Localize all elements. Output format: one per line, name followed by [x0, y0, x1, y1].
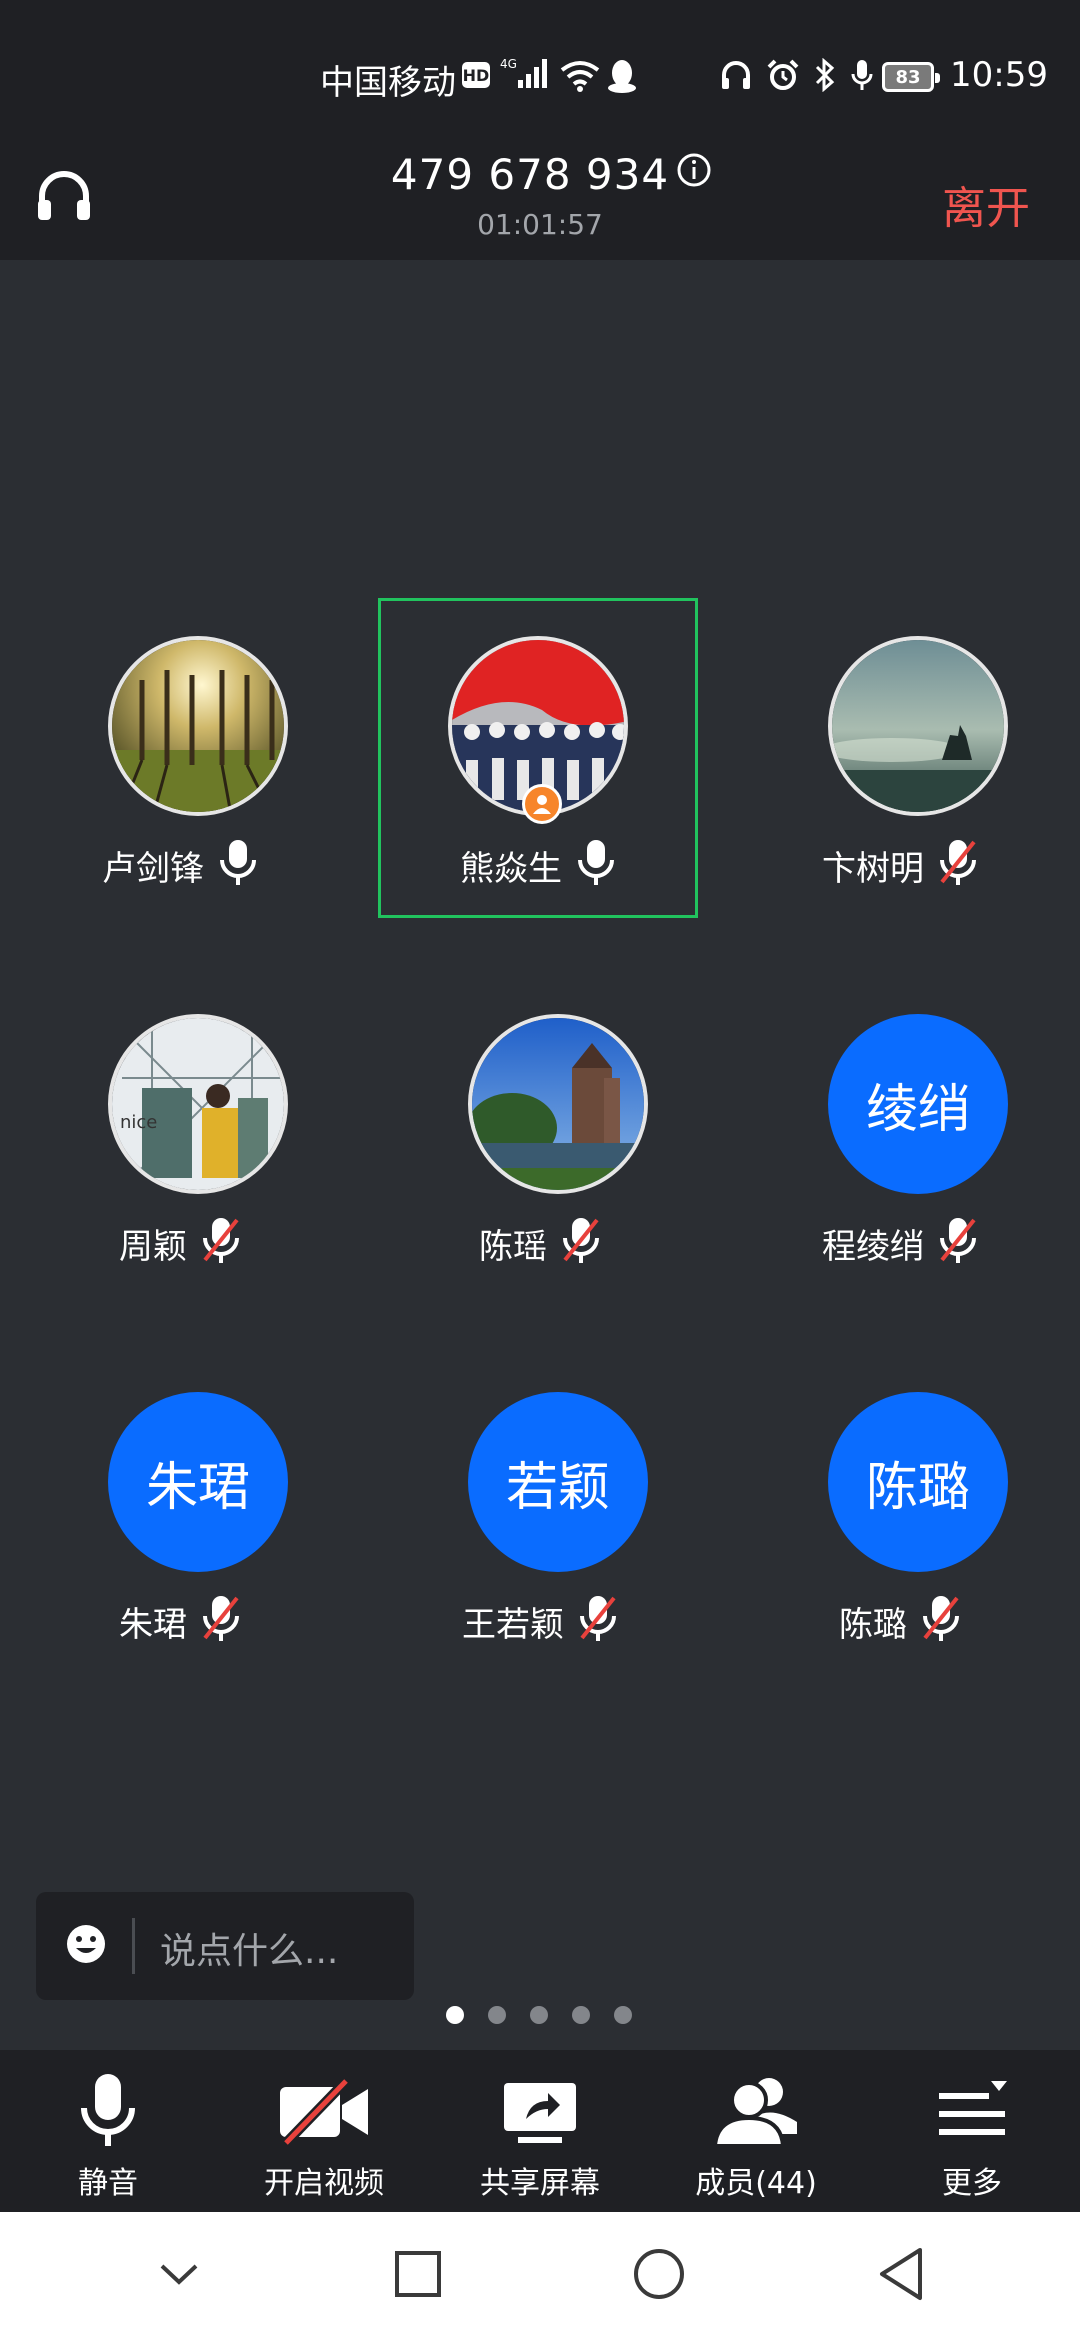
microphone-icon — [78, 2068, 138, 2156]
wifi-icon — [560, 60, 600, 96]
mic-muted-icon — [938, 1216, 978, 1270]
page-dot-active[interactable] — [446, 2006, 464, 2024]
mic-muted-icon — [561, 1216, 601, 1270]
page-dot[interactable] — [614, 2006, 632, 2024]
more-button[interactable]: 更多 — [864, 2050, 1080, 2212]
host-badge-icon — [522, 784, 562, 824]
system-nav-bar — [0, 2212, 1080, 2340]
meeting-timer: 01:01:57 — [477, 208, 603, 241]
members-label: 成员(44) — [695, 2166, 817, 2201]
meeting-header: 479 678 934 01:01:57 离开 — [0, 130, 1080, 260]
mic-muted-icon — [938, 838, 978, 892]
mic-muted-icon — [921, 1594, 961, 1648]
back-icon[interactable] — [876, 2246, 926, 2306]
members-icon — [711, 2068, 801, 2156]
mic-on-icon — [218, 838, 258, 892]
participant-name: 熊焱生 — [460, 848, 562, 889]
participant-name: 陈璐 — [839, 1604, 907, 1645]
avatar — [828, 636, 1008, 816]
chevron-down-icon[interactable] — [154, 2254, 204, 2298]
participant-tile[interactable]: 朱珺 朱珺 — [20, 1354, 340, 1674]
meeting-screen: 中国移动 HD 4G 83 10:59 479 678 934 01:01:57… — [0, 0, 1080, 2340]
participant-tile[interactable]: 绫绡 程绫绡 — [740, 976, 1060, 1296]
mute-label: 静音 — [78, 2166, 138, 2201]
participant-tile[interactable]: nice 周颖 — [20, 976, 340, 1296]
meeting-toolbar: 静音 开启视频 共享屏幕 成员(44) 更多 — [0, 2050, 1080, 2212]
video-off-icon — [276, 2068, 372, 2156]
participant-name: 朱珺 — [119, 1604, 187, 1645]
share-label: 共享屏幕 — [480, 2166, 600, 2201]
meeting-id: 479 678 934 — [390, 150, 670, 199]
participant-name: 陈瑶 — [479, 1226, 547, 1267]
avatar: nice — [108, 1014, 288, 1194]
mic-muted-icon — [578, 1594, 618, 1648]
mic-status-icon — [850, 58, 874, 96]
carrier-label: 中国移动 — [320, 63, 456, 103]
avatar: 朱珺 — [108, 1392, 288, 1572]
alarm-icon — [766, 58, 800, 96]
more-label: 更多 — [942, 2166, 1002, 2201]
mic-muted-icon — [201, 1594, 241, 1648]
mic-on-icon — [576, 838, 616, 892]
participant-tile-speaking[interactable]: 熊焱生 — [378, 598, 698, 918]
participant-tile[interactable]: 陈璐 陈璐 — [740, 1354, 1060, 1674]
chat-placeholder: 说点什么... — [160, 1931, 339, 1972]
info-icon[interactable] — [676, 152, 712, 192]
emoji-icon[interactable] — [64, 1922, 108, 1970]
avatar: 若颖 — [468, 1392, 648, 1572]
share-screen-icon — [500, 2068, 580, 2156]
status-bar: 中国移动 HD 4G 83 10:59 — [0, 0, 1080, 130]
avatar — [468, 1014, 648, 1194]
headset-status-icon — [720, 59, 752, 95]
battery-icon: 83 — [882, 62, 940, 92]
start-video-button[interactable]: 开启视频 — [216, 2050, 432, 2212]
participant-name: 王若颖 — [462, 1604, 564, 1645]
clock: 10:59 — [950, 55, 1048, 95]
members-button[interactable]: 成员(44) — [648, 2050, 864, 2212]
participant-tile[interactable]: 陈瑶 — [380, 976, 700, 1296]
participant-name: 卞树明 — [822, 848, 924, 889]
leave-button[interactable]: 离开 — [942, 172, 1030, 236]
chat-divider — [132, 1918, 135, 1974]
avatar: 绫绡 — [828, 1014, 1008, 1194]
more-menu-icon — [935, 2068, 1009, 2156]
hd-badge: HD — [462, 62, 490, 88]
svg-text:nice: nice — [120, 1112, 157, 1133]
participant-tile[interactable]: 若颖 王若颖 — [380, 1354, 700, 1674]
participant-tile[interactable]: 卢剑锋 — [20, 598, 340, 918]
network-type-label: 4G — [500, 57, 517, 71]
signal-icon: 4G — [500, 56, 554, 96]
recent-apps-icon[interactable] — [393, 2249, 443, 2303]
mic-muted-icon — [201, 1216, 241, 1270]
page-dot[interactable] — [572, 2006, 590, 2024]
avatar: 陈璐 — [828, 1392, 1008, 1572]
video-label: 开启视频 — [264, 2166, 384, 2201]
participant-name: 周颖 — [119, 1226, 187, 1267]
chat-input[interactable]: 说点什么... — [36, 1892, 414, 2000]
participant-name: 程绫绡 — [822, 1226, 924, 1267]
qq-icon — [606, 58, 638, 98]
share-screen-button[interactable]: 共享屏幕 — [432, 2050, 648, 2212]
home-icon[interactable] — [631, 2246, 687, 2306]
participant-name: 卢剑锋 — [102, 848, 204, 889]
page-dot[interactable] — [530, 2006, 548, 2024]
participant-tile[interactable]: 卞树明 — [740, 598, 1060, 918]
bluetooth-icon — [814, 57, 836, 96]
avatar — [108, 636, 288, 816]
page-dot[interactable] — [488, 2006, 506, 2024]
mute-button[interactable]: 静音 — [0, 2050, 216, 2212]
page-indicator — [446, 2006, 632, 2024]
